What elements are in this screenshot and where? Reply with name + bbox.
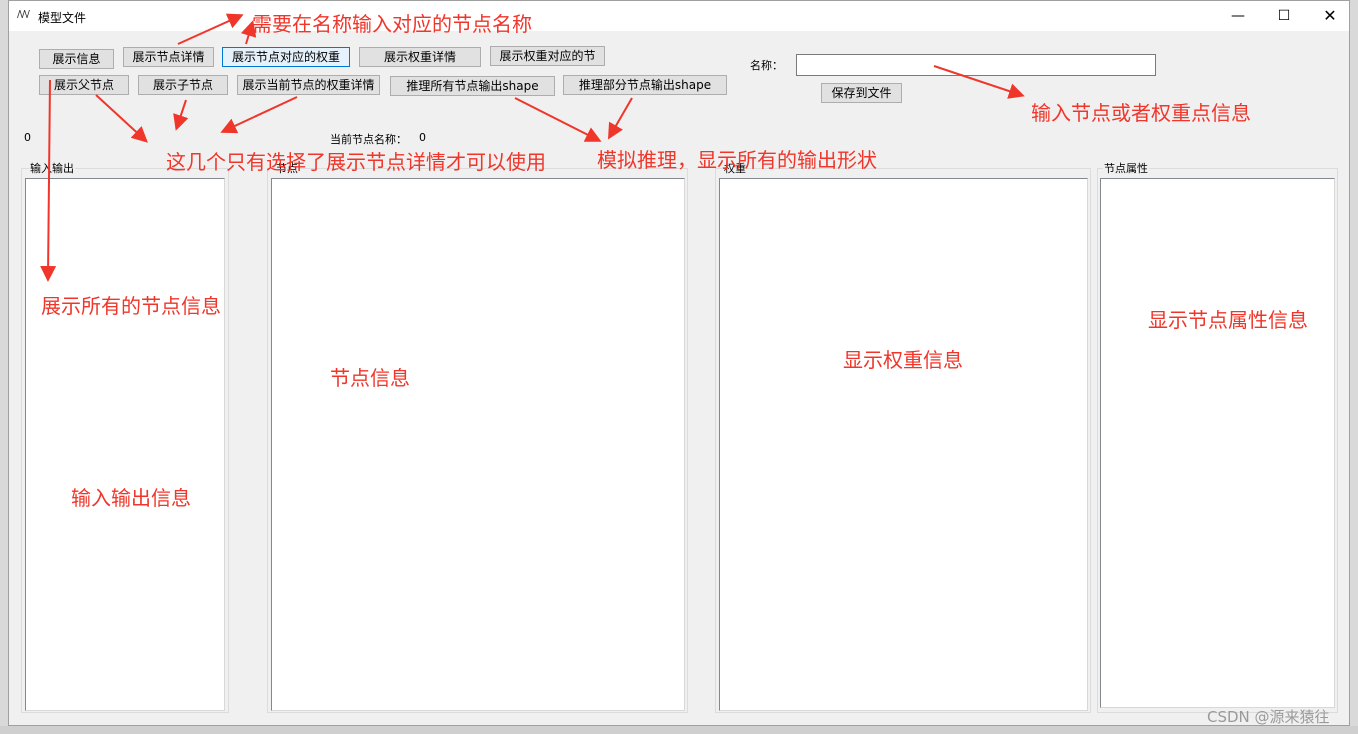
current-node-value: 0 xyxy=(419,131,426,144)
annotation-io-info: 输入输出信息 xyxy=(71,486,191,510)
infer-partial-shape-button[interactable]: 推理部分节点输出shape xyxy=(563,75,727,95)
count-label: 0 xyxy=(24,131,31,144)
show-info-button[interactable]: 展示信息 xyxy=(39,49,114,69)
title-bar[interactable]: /\/\/ 模型文件 — ☐ ✕ xyxy=(9,1,1349,31)
background-app-right xyxy=(1350,0,1358,734)
window-title: 模型文件 xyxy=(38,11,87,25)
save-to-file-button[interactable]: 保存到文件 xyxy=(821,83,902,103)
minimize-button[interactable]: — xyxy=(1215,1,1261,31)
maximize-button[interactable]: ☐ xyxy=(1261,1,1307,31)
name-label: 名称： xyxy=(750,59,783,72)
attr-textbox[interactable] xyxy=(1100,178,1335,708)
io-textbox[interactable] xyxy=(25,178,225,711)
annotation-infer-hint: 模拟推理，显示所有的输出形状 xyxy=(597,148,877,172)
show-child-node-button[interactable]: 展示子节点 xyxy=(138,75,228,95)
show-node-detail-button[interactable]: 展示节点详情 xyxy=(123,47,214,67)
background-app-left xyxy=(0,0,8,734)
show-current-weight-detail-button[interactable]: 展示当前节点的权重详情 xyxy=(237,75,380,95)
name-input[interactable] xyxy=(796,54,1156,76)
show-weight-detail-button[interactable]: 展示权重详情 xyxy=(359,47,481,67)
watermark: CSDN @源来猿往 xyxy=(1207,708,1330,726)
app-icon: /\/\/ xyxy=(17,9,30,20)
annotation-name-hint: 需要在名称输入对应的节点名称 xyxy=(252,12,532,36)
annotation-input-hint: 输入节点或者权重点信息 xyxy=(1031,101,1251,125)
infer-all-shape-button[interactable]: 推理所有节点输出shape xyxy=(390,76,555,96)
show-node-weight-button[interactable]: 展示节点对应的权重 xyxy=(222,47,350,67)
attr-group-title: 节点属性 xyxy=(1103,160,1149,176)
node-textbox[interactable] xyxy=(271,178,685,711)
io-group-title: 输入输出 xyxy=(29,160,75,176)
annotation-node-info: 节点信息 xyxy=(330,366,410,390)
background-app-bottom xyxy=(0,726,1358,734)
annotation-weight-info: 显示权重信息 xyxy=(843,348,963,372)
current-node-label: 当前节点名称： xyxy=(330,133,407,146)
annotation-show-all-hint: 展示所有的节点信息 xyxy=(41,294,221,318)
show-parent-node-button[interactable]: 展示父节点 xyxy=(39,75,129,95)
close-button[interactable]: ✕ xyxy=(1307,1,1353,31)
annotation-attr-info: 显示节点属性信息 xyxy=(1148,308,1308,332)
show-weight-node-button[interactable]: 展示权重对应的节 xyxy=(490,46,605,66)
annotation-detail-hint: 这几个只有选择了展示节点详情才可以使用 xyxy=(166,150,546,174)
weight-textbox[interactable] xyxy=(719,178,1088,711)
